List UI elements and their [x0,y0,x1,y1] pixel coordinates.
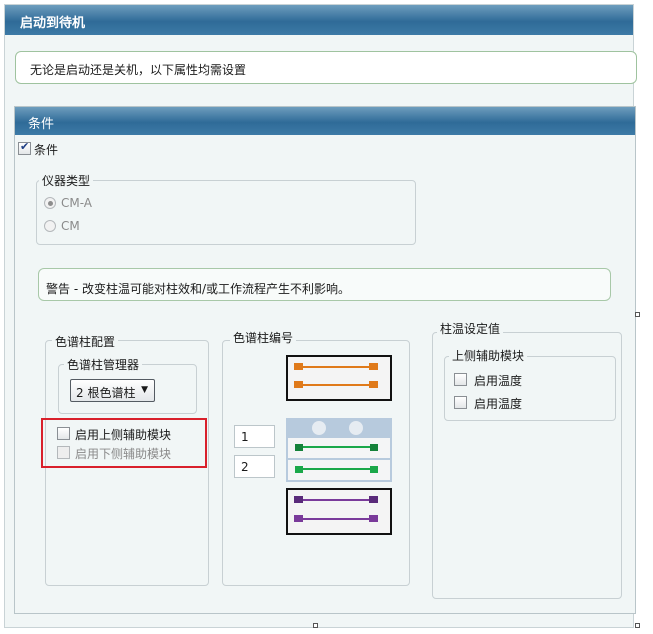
lower-aux-checkbox[interactable] [57,446,70,459]
resize-handle-bottom[interactable] [313,623,318,628]
radio-cm-a-label: CM-A [61,196,93,210]
column-module-icon [286,418,392,482]
upper-aux-label: 启用上侧辅助模块 [75,428,172,442]
aux-column-bottom-icon [286,488,392,535]
enable-temperature-label-1: 启用温度 [474,374,523,388]
info-message: 无论是启动还是关机，以下属性均需设置 [15,51,637,84]
window-title: 启动到待机 [5,5,633,35]
chevron-down-icon: ▼ [141,385,148,395]
column-config-legend: 色谱柱配置 [52,333,119,350]
enable-temperature-label-2: 启用温度 [474,397,523,411]
warning-message: 警告 - 改变柱温可能对柱效和/或工作流程产生不利影响。 [38,268,611,301]
radio-cm-label: CM [61,219,80,233]
upper-module-group [444,356,616,421]
conditions-header: 条件 [15,107,635,135]
upper-module-legend: 上侧辅助模块 [449,347,528,364]
enable-temperature-checkbox-2[interactable] [454,396,467,409]
column-number-2[interactable]: 2 [234,455,275,478]
radio-cm[interactable] [44,220,56,232]
column-number-legend: 色谱柱编号 [230,329,297,346]
enable-temperature-checkbox-1[interactable] [454,373,467,386]
instrument-type-legend: 仪器类型 [39,172,94,189]
resize-handle-right[interactable] [635,312,640,317]
conditions-checkbox-label: 条件 [34,143,59,157]
column-number-1[interactable]: 1 [234,425,275,448]
aux-column-top-icon [286,355,392,401]
resize-handle-corner[interactable] [635,623,640,628]
column-manager-value: 2 根色谱柱 [76,386,136,400]
lower-aux-label: 启用下侧辅助模块 [75,447,172,461]
column-manager-dropdown[interactable]: 2 根色谱柱 ▼ [70,379,155,402]
radio-cm-a[interactable] [44,197,56,209]
conditions-checkbox[interactable] [18,140,31,155]
column-manager-legend: 色谱柱管理器 [64,356,143,373]
instrument-type-group [36,180,416,245]
upper-aux-checkbox[interactable] [57,427,70,440]
temperature-legend: 柱温设定值 [437,320,504,337]
